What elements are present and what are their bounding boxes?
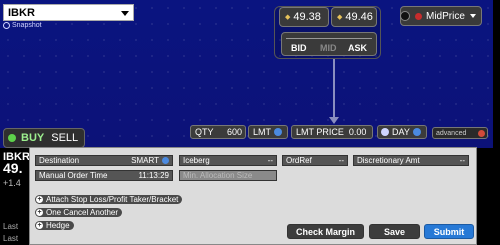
ask-price-box[interactable]: ◆ 49.46 xyxy=(331,7,377,27)
hedge-label: Hedge xyxy=(46,221,70,230)
red-dot-icon xyxy=(415,12,422,20)
ordref-value: -- xyxy=(338,156,344,165)
symbol-value: IBKR xyxy=(8,7,35,19)
order-type-dropdown[interactable]: LMT xyxy=(248,125,288,139)
diamond-icon: ◆ xyxy=(337,14,343,21)
quote-change: +1.4 xyxy=(3,178,21,188)
order-type-value: LMT xyxy=(253,127,271,137)
min-alloc-label: Min. Allocation Size xyxy=(183,171,253,180)
last-label: Last xyxy=(3,222,19,231)
tif-value: DAY xyxy=(392,127,410,137)
tif-dropdown[interactable]: DAY xyxy=(377,125,427,139)
right-scroll-edge xyxy=(493,0,500,245)
advanced-label: advanced xyxy=(436,129,467,137)
plus-icon: + xyxy=(36,196,43,203)
plus-icon: + xyxy=(36,222,43,229)
diamond-icon: ◆ xyxy=(285,14,291,21)
symbol-select[interactable]: IBKR xyxy=(3,4,134,21)
mode-icon xyxy=(400,11,410,21)
chevron-down-icon xyxy=(121,11,129,16)
qty-value: 600 xyxy=(226,127,242,137)
last-label: Last xyxy=(3,234,19,243)
dropdown-icon xyxy=(274,128,282,136)
qty-label: QTY xyxy=(195,127,214,137)
ask-price: 49.46 xyxy=(345,11,373,23)
discretionary-field[interactable]: Discretionary Amt -- xyxy=(353,155,469,166)
destination-label: Destination xyxy=(39,156,80,165)
discretionary-label: Discretionary Amt xyxy=(357,156,420,165)
manual-order-time-field[interactable]: Manual Order Time 11:13:29 xyxy=(35,170,173,181)
one-cancel-another-toggle[interactable]: + One Cancel Another xyxy=(35,208,123,217)
price-type-dropdown[interactable]: MidPrice xyxy=(400,6,482,26)
mid-label[interactable]: MID xyxy=(320,43,337,53)
bma-track xyxy=(286,38,372,39)
bid-mid-ask-selector[interactable]: BID MID ASK xyxy=(281,32,377,56)
price-type-label: MidPrice xyxy=(426,10,465,22)
connector-line xyxy=(333,59,335,120)
status-dot-icon xyxy=(8,134,16,142)
bid-price: 49.38 xyxy=(293,11,321,23)
snapshot-link[interactable]: Snapshot xyxy=(3,22,42,29)
bid-price-box[interactable]: ◆ 49.38 xyxy=(279,7,329,27)
limit-label: LMT PRICE xyxy=(296,127,344,137)
advanced-toggle[interactable]: advanced xyxy=(432,127,488,139)
refresh-icon xyxy=(3,22,10,29)
dropdown-icon xyxy=(412,128,421,136)
quote-price: 49. xyxy=(3,160,23,176)
ordref-field[interactable]: OrdRef -- xyxy=(282,155,348,166)
quantity-field[interactable]: QTY 600 xyxy=(190,125,246,139)
oca-label: One Cancel Another xyxy=(46,208,119,217)
manual-time-value: 11:13:29 xyxy=(138,171,169,180)
attach-label: Attach Stop Loss/Profit Taker/Bracket xyxy=(46,195,179,204)
buy-button[interactable]: BUY xyxy=(21,132,44,144)
collapse-icon xyxy=(478,129,485,137)
save-button[interactable]: Save xyxy=(369,224,420,239)
chevron-down-icon xyxy=(470,14,476,18)
submit-button[interactable]: Submit xyxy=(424,224,474,239)
sell-button[interactable]: SELL xyxy=(51,132,78,144)
ask-label[interactable]: ASK xyxy=(348,43,367,53)
plus-icon: + xyxy=(36,209,43,216)
iceberg-value: -- xyxy=(267,156,273,165)
arrow-down-icon xyxy=(329,117,339,124)
discretionary-value: -- xyxy=(459,156,465,165)
clock-icon xyxy=(381,128,389,136)
hedge-toggle[interactable]: + Hedge xyxy=(35,221,74,230)
snapshot-label: Snapshot xyxy=(12,22,42,29)
bid-label[interactable]: BID xyxy=(291,43,307,53)
iceberg-label: Iceberg xyxy=(183,156,210,165)
attach-bracket-toggle[interactable]: + Attach Stop Loss/Profit Taker/Bracket xyxy=(35,195,183,204)
destination-field[interactable]: Destination SMART xyxy=(35,155,173,166)
manual-time-label: Manual Order Time xyxy=(39,171,108,180)
limit-price-field[interactable]: LMT PRICE 0.00 xyxy=(291,125,373,139)
iceberg-field[interactable]: Iceberg -- xyxy=(179,155,277,166)
ordref-label: OrdRef xyxy=(286,156,312,165)
dropdown-icon xyxy=(162,157,169,164)
buy-sell-toggle[interactable]: BUY SELL xyxy=(3,128,85,148)
check-margin-button[interactable]: Check Margin xyxy=(287,224,364,239)
destination-value: SMART xyxy=(131,156,159,165)
limit-value: 0.00 xyxy=(348,127,367,137)
min-allocation-field: Min. Allocation Size xyxy=(179,170,277,181)
